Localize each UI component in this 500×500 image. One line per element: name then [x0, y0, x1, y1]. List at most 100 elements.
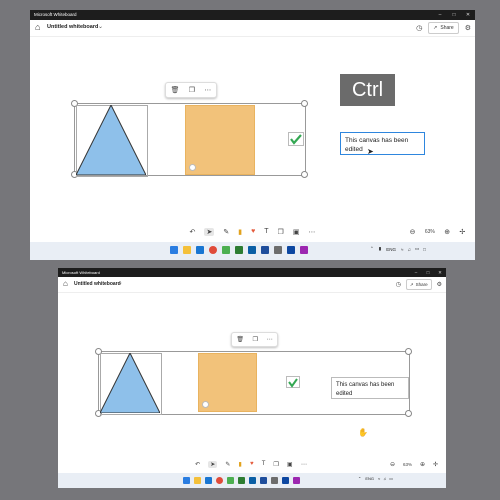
triangle-shape[interactable] — [100, 353, 160, 413]
language-indicator[interactable]: ENG — [365, 476, 374, 481]
select-icon[interactable]: ➤ — [204, 227, 215, 236]
template-icon[interactable]: ▣ — [287, 461, 293, 468]
app-icon[interactable] — [293, 477, 300, 484]
app-icon[interactable] — [196, 246, 204, 254]
zoom-in-icon[interactable]: ⊕ — [420, 461, 425, 468]
app-icon[interactable] — [222, 246, 230, 254]
more-icon[interactable]: ⋯ — [308, 228, 315, 236]
zoom-controls: ⊖ 63% ⊕ ✢ — [405, 225, 470, 238]
checkmark-icon[interactable] — [286, 376, 300, 388]
zoom-level: 63% — [402, 461, 412, 467]
app-icon[interactable] — [216, 477, 223, 484]
zoom-out-icon[interactable]: ⊖ — [410, 228, 416, 236]
chevron-up-icon[interactable]: ⌃ — [358, 476, 361, 481]
close-button[interactable]: ✕ — [461, 10, 475, 20]
home-icon[interactable]: ⌂ — [35, 22, 40, 32]
fit-icon[interactable]: ✢ — [433, 461, 438, 468]
notification-icon[interactable]: □ — [423, 247, 426, 252]
language-indicator[interactable]: ENG — [386, 247, 396, 252]
app-icon[interactable] — [238, 477, 245, 484]
text-icon[interactable]: T — [264, 228, 268, 235]
home-icon[interactable]: ⌂ — [63, 279, 68, 288]
app-icon[interactable] — [249, 477, 256, 484]
app-icon[interactable] — [271, 477, 278, 484]
template-icon[interactable]: ▣ — [293, 228, 300, 236]
explorer-icon[interactable] — [183, 246, 191, 254]
chevron-down-icon[interactable]: ⌄ — [118, 280, 123, 286]
undo-icon[interactable]: ↶ — [190, 228, 196, 236]
minimize-button[interactable]: – — [433, 10, 447, 20]
wifi-icon[interactable]: ≈ — [401, 247, 403, 252]
minimize-button[interactable]: – — [410, 268, 422, 277]
shapes-icon[interactable]: ❐ — [278, 228, 284, 236]
select-icon[interactable]: ➤ — [208, 460, 218, 468]
triangle-shape[interactable] — [76, 105, 146, 175]
chevron-down-icon[interactable]: ⌄ — [98, 23, 103, 30]
battery-icon[interactable]: ▭ — [389, 476, 393, 481]
fit-icon[interactable]: ✢ — [459, 228, 465, 236]
zoom-in-icon[interactable]: ⊕ — [444, 228, 450, 236]
copy-icon[interactable]: ❐ — [189, 86, 195, 94]
settings-icon[interactable]: ⚙ — [465, 24, 471, 32]
app-icon[interactable] — [260, 477, 267, 484]
wifi-icon[interactable]: ≈ — [378, 476, 380, 481]
window-controls: – □ ✕ — [410, 268, 446, 277]
pen-icon[interactable]: ✎ — [225, 461, 230, 468]
whiteboard-canvas[interactable]: 🗑 ❐ ⋯ Ctrl This canvas has been edited ➤ — [30, 37, 475, 242]
volume-icon[interactable]: ♫ — [408, 247, 411, 252]
start-button[interactable] — [183, 477, 190, 484]
battery-icon[interactable]: ▭ — [415, 246, 419, 252]
app-icon[interactable] — [209, 246, 217, 254]
maximize-button[interactable]: □ — [447, 10, 461, 20]
copy-icon[interactable]: ❐ — [253, 336, 258, 343]
shapes-icon[interactable]: ❐ — [274, 461, 279, 468]
highlighter-icon[interactable]: ▮ — [239, 461, 242, 468]
highlighter-icon[interactable]: ▮ — [238, 228, 242, 236]
handle-br[interactable] — [301, 171, 308, 178]
canvas-textbox[interactable]: This canvas has been edited — [340, 132, 425, 155]
app-icon[interactable] — [274, 246, 282, 254]
maximize-button[interactable]: □ — [422, 268, 434, 277]
ctrl-key-overlay: Ctrl — [340, 74, 395, 106]
app-icon[interactable] — [300, 246, 308, 254]
more-icon[interactable]: ⋯ — [204, 86, 211, 94]
more-icon[interactable]: ⋯ — [301, 461, 307, 468]
app-icon[interactable] — [227, 477, 234, 484]
app-icon[interactable] — [235, 246, 243, 254]
whiteboard-taskbar-icon[interactable] — [287, 246, 295, 254]
whiteboard-canvas[interactable]: 🗑 ❐ ⋯ This canvas has been edited ✋ — [58, 293, 446, 473]
doc-title[interactable]: Untitled whiteboard — [47, 24, 98, 30]
handle-tr[interactable] — [301, 100, 308, 107]
share-button[interactable]: ↗ Share — [405, 279, 432, 290]
app-icon[interactable] — [205, 477, 212, 484]
canvas-textbox[interactable]: This canvas has been edited — [331, 377, 409, 399]
close-button[interactable]: ✕ — [434, 268, 446, 277]
timer-icon[interactable]: ◷ — [416, 24, 422, 32]
sticky-note[interactable] — [198, 353, 257, 412]
reaction-icon[interactable]: ♥ — [251, 228, 255, 235]
undo-icon[interactable]: ↶ — [195, 461, 200, 468]
doc-title[interactable]: Untitled whiteboard — [74, 281, 121, 287]
more-icon[interactable]: ⋯ — [267, 336, 273, 343]
sticky-note[interactable] — [185, 105, 255, 175]
delete-icon[interactable]: 🗑 — [171, 86, 180, 94]
checkmark-icon[interactable] — [288, 132, 304, 146]
volume-icon[interactable]: ♫ — [383, 476, 386, 481]
zoom-out-icon[interactable]: ⊖ — [390, 461, 395, 468]
handle-br[interactable] — [405, 410, 412, 417]
share-button[interactable]: ↗ Share — [428, 22, 459, 34]
top-window: Microsoft Whiteboard – □ ✕ ⌂ Untitled wh… — [30, 10, 475, 260]
delete-icon[interactable]: 🗑 — [236, 336, 244, 343]
timer-icon[interactable]: ◷ — [396, 281, 401, 288]
reaction-icon[interactable]: ♥ — [250, 461, 254, 467]
whiteboard-taskbar-icon[interactable] — [282, 477, 289, 484]
handle-tr[interactable] — [405, 348, 412, 355]
app-icon[interactable] — [261, 246, 269, 254]
pen-icon[interactable]: ✎ — [223, 228, 229, 236]
chevron-up-icon[interactable]: ⌃ — [370, 246, 374, 252]
explorer-icon[interactable] — [194, 477, 201, 484]
app-icon[interactable] — [248, 246, 256, 254]
start-button[interactable] — [170, 246, 178, 254]
settings-icon[interactable]: ⚙ — [437, 281, 442, 288]
text-icon[interactable]: T — [262, 461, 266, 467]
